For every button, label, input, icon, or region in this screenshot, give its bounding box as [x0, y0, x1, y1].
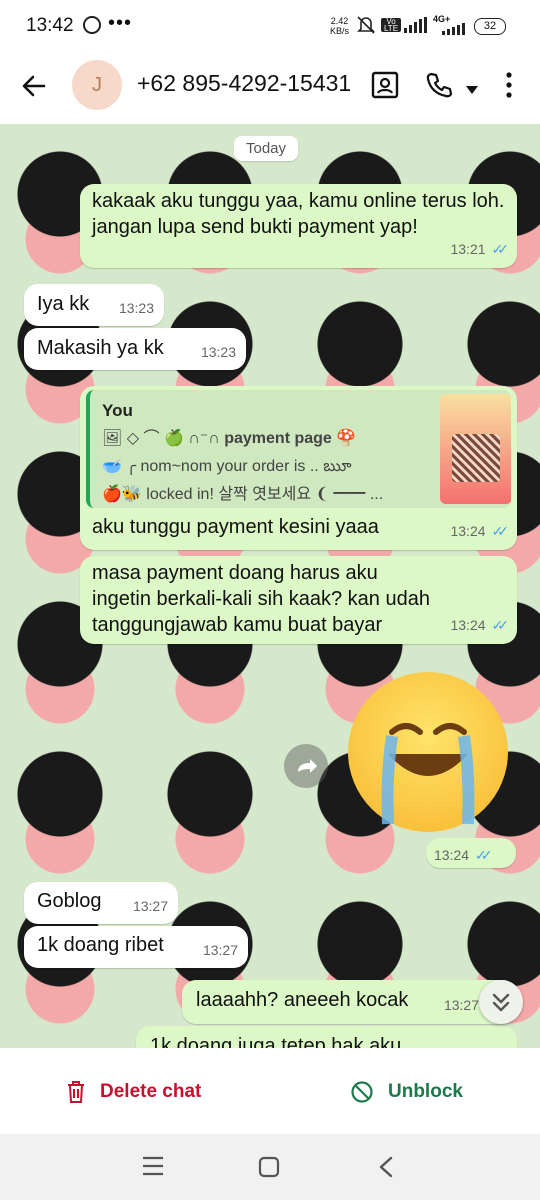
delete-chat-label: Delete chat [100, 1081, 202, 1102]
overflow-menu-icon[interactable] [505, 72, 513, 103]
network-speed: 2.42 KB/s [330, 16, 350, 36]
message-incoming[interactable]: 1k doang ribet 13:27 [24, 926, 248, 968]
signal-icon-2 [436, 22, 466, 40]
message-outgoing-reply[interactable]: You 🖼 ◇ ⌒ 🍏 ∩⁻∩ payment page 🍄 🥣 ╭ nom~n… [80, 386, 517, 550]
message-time: 13:23 [200, 344, 236, 360]
more-notifications-icon: ••• [108, 12, 133, 34]
double-chevron-down-icon [492, 993, 510, 1012]
message-text: masa payment doang harus aku ingetin ber… [92, 562, 430, 636]
status-bar: 13:42 ••• 2.42 KB/s Vo LTE 4G+ 32 [0, 0, 540, 52]
quote-line-2: 🥣 ╭ nom~nom your order is .. ౠ [102, 458, 352, 475]
message-text: 1k doang juga tetep hak aku [150, 1035, 402, 1048]
message-text: Iya kk [37, 293, 90, 315]
message-time: 13:27 [443, 997, 479, 1013]
signal-icon [404, 17, 428, 38]
read-ticks-icon: ✓✓ [491, 523, 510, 539]
message-text: 1k doang ribet [37, 934, 164, 956]
whatsapp-notification-icon [83, 16, 101, 34]
message-outgoing[interactable]: laaaahh? aneeeh kocak 13:27 [182, 980, 517, 1024]
message-time: 13:27 [132, 898, 168, 914]
home-icon[interactable] [258, 1156, 280, 1183]
quoted-message[interactable]: You 🖼 ◇ ⌒ 🍏 ∩⁻∩ payment page 🍄 🥣 ╭ nom~n… [86, 390, 511, 508]
message-text: aku tunggu payment kesini yaaa [92, 516, 379, 538]
message-incoming[interactable]: Iya kk 13:23 [24, 284, 164, 326]
contact-card-icon[interactable] [370, 70, 402, 102]
message-text: Goblog [37, 890, 102, 912]
recent-apps-icon[interactable] [142, 1156, 164, 1181]
date-pill: Today [234, 136, 299, 161]
quote-sender: You [102, 401, 133, 420]
block-icon [351, 1081, 373, 1103]
message-meta: 13:24 ✓✓ [450, 617, 510, 633]
quote-line-1: 🖼 ◇ ⌒ 🍏 ∩⁻∩ payment page 🍄 [102, 430, 357, 447]
crying-smile-emoji-sticker[interactable] [348, 672, 508, 832]
message-incoming[interactable]: Makasih ya kk 13:23 [24, 328, 246, 370]
delete-chat-button[interactable]: Delete chat [66, 1078, 201, 1106]
avatar[interactable]: J [72, 60, 122, 110]
message-meta: 13:21 ✓✓ [450, 241, 510, 257]
call-dropdown-icon[interactable] [465, 82, 479, 100]
message-text: laaaahh? aneeeh kocak [196, 989, 409, 1011]
qr-code-image [452, 434, 500, 482]
message-outgoing[interactable]: 1k doang juga tetep hak aku [136, 1026, 517, 1048]
message-outgoing-meta[interactable]: 13:24 ✓✓ [426, 838, 516, 868]
message-text: kakaak aku tunggu yaa, kamu online terus… [92, 190, 505, 238]
message-text: Makasih ya kk [37, 337, 164, 359]
forward-button[interactable] [284, 744, 328, 788]
chat-area[interactable]: Today kakaak aku tunggu yaa, kamu online… [0, 124, 540, 1048]
quote-thumbnail-image [440, 394, 511, 504]
system-nav-bar [0, 1134, 540, 1200]
message-time: 13:27 [202, 942, 238, 958]
unblock-label: Unblock [388, 1081, 463, 1102]
read-ticks-icon: ✓✓ [491, 241, 510, 257]
message-time: 13:23 [118, 300, 154, 316]
back-nav-icon[interactable] [378, 1156, 394, 1183]
mute-bell-icon [357, 15, 375, 35]
battery-icon: 32 [474, 18, 506, 35]
message-meta: 13:24 ✓✓ [450, 523, 510, 539]
read-ticks-icon: ✓✓ [491, 617, 510, 633]
contact-title[interactable]: +62 895-4292-15431 [137, 70, 351, 97]
message-incoming[interactable]: Goblog 13:27 [24, 882, 178, 924]
message-time: 13:24 [434, 847, 470, 863]
back-arrow-icon[interactable] [20, 72, 48, 100]
phone-call-icon[interactable] [424, 70, 456, 102]
battery-level: 32 [483, 20, 497, 32]
message-outgoing[interactable]: masa payment doang harus aku ingetin ber… [80, 556, 517, 644]
status-time: 13:42 [26, 15, 74, 36]
trash-icon [68, 1081, 84, 1103]
quote-line-3: 🍎🐝 locked in! 살짝 엿보세요 ❨ ━━ ... [102, 486, 384, 503]
unblock-button[interactable]: Unblock [350, 1078, 463, 1106]
forward-icon [298, 759, 317, 773]
read-ticks-icon: ✓✓ [475, 847, 493, 863]
blocked-actions-bar: Delete chat Unblock [0, 1048, 540, 1134]
message-outgoing[interactable]: kakaak aku tunggu yaa, kamu online terus… [80, 184, 517, 268]
scroll-to-bottom-button[interactable] [479, 980, 523, 1024]
volte-icon: Vo LTE [381, 18, 401, 33]
